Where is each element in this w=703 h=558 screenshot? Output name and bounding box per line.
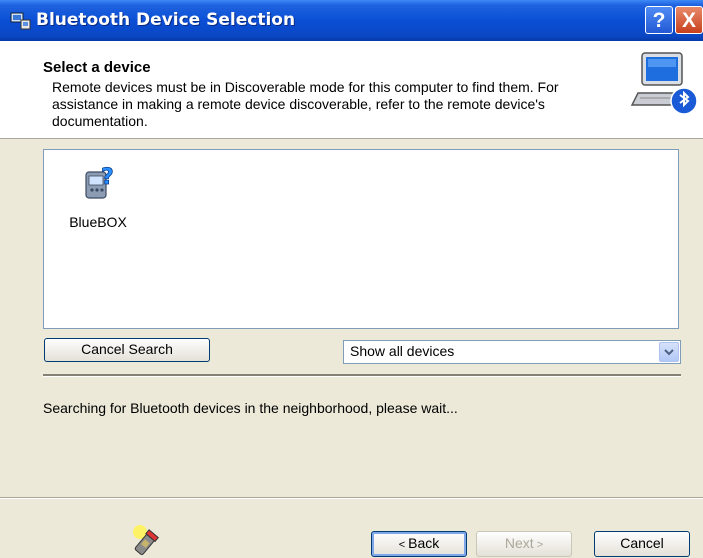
chevron-down-icon (664, 349, 674, 356)
wizard-header: Select a device Remote devices must be i… (0, 41, 703, 139)
dropdown-arrow-button[interactable] (659, 342, 679, 362)
cancel-search-button[interactable]: Cancel Search (44, 338, 210, 362)
page-title: Select a device (43, 59, 151, 76)
window-title: Bluetooth Device Selection (36, 10, 296, 30)
page-description: Remote devices must be in Discoverable m… (52, 79, 559, 129)
next-arrow-icon: > (533, 539, 544, 551)
back-label: Back (408, 535, 440, 551)
device-label: BlueBOX (69, 214, 127, 230)
back-button[interactable]: < Back (371, 531, 467, 557)
device-item[interactable]: ? BlueBOX (68, 164, 128, 230)
device-list[interactable]: ? BlueBOX (43, 149, 679, 329)
help-button[interactable]: ? (645, 6, 673, 34)
title-bar[interactable]: Bluetooth Device Selection ? X (0, 0, 703, 41)
divider (43, 374, 681, 377)
bluetooth-devices-icon (10, 12, 31, 30)
back-arrow-icon: < (398, 539, 409, 551)
device-filter-value: Show all devices (350, 343, 455, 359)
next-label: Next (504, 535, 534, 551)
device-filter-select[interactable]: Show all devices (343, 340, 681, 364)
next-button[interactable]: Next > (476, 531, 572, 557)
search-status: Searching for Bluetooth devices in the n… (43, 400, 458, 416)
dialog-body: ? BlueBOX Cancel Search Show all devices… (0, 139, 703, 558)
cancel-button[interactable]: Cancel (594, 531, 690, 557)
searching-flashlight-icon (133, 525, 159, 555)
device-question-icon: ? (85, 165, 114, 199)
computer-bluetooth-icon (630, 52, 698, 115)
footer-divider (0, 497, 703, 499)
svg-text:?: ? (101, 165, 114, 190)
close-button[interactable]: X (675, 6, 703, 34)
